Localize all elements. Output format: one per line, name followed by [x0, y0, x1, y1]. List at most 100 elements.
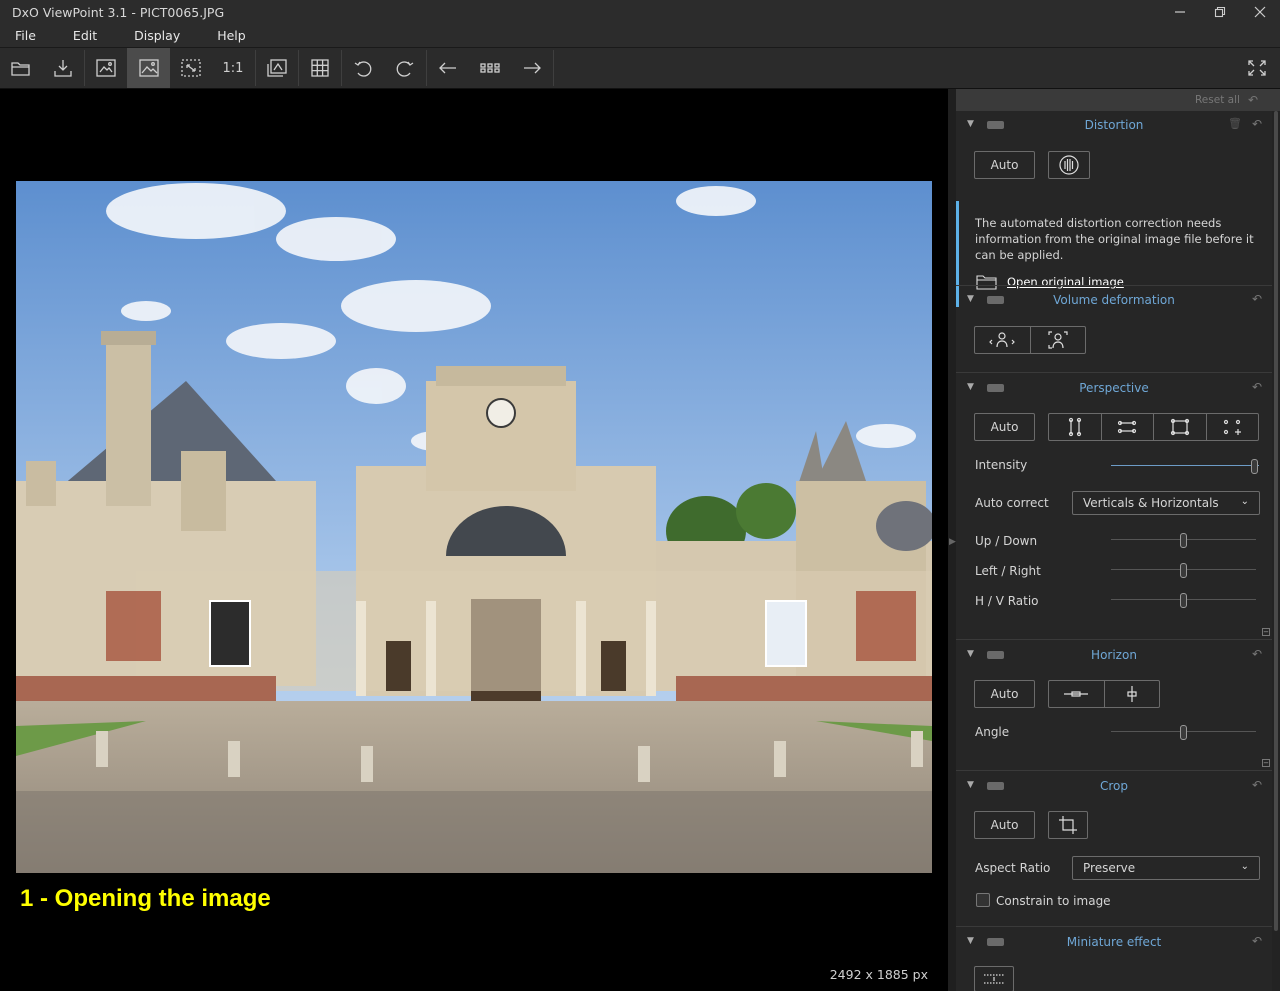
aspect-ratio-value: Preserve	[1083, 861, 1136, 875]
reset-section-icon[interactable]: ↶	[1252, 934, 1262, 948]
fullscreen-button[interactable]	[1236, 48, 1278, 88]
image-viewer[interactable]: 1 - Opening the image 2492 x 1885 px	[0, 89, 948, 991]
horizon-horizontal-button[interactable]	[1049, 681, 1105, 707]
rotate-left-icon	[354, 61, 372, 77]
distortion-header[interactable]: ▼ Distortion 🗑 ↶	[956, 111, 1272, 139]
rotate-left-button[interactable]	[342, 48, 384, 88]
open-folder-button[interactable]	[0, 48, 42, 88]
auto-correct-value: Verticals & Horizontals	[1083, 496, 1219, 510]
vertical-lines-icon	[1068, 417, 1081, 437]
fit-screen-button[interactable]	[170, 48, 212, 88]
miniature-header[interactable]: ▼ Miniature effect ↶	[956, 928, 1272, 956]
collapse-arrow-icon[interactable]: ▶	[949, 537, 956, 547]
reset-all-bar: Reset all ↶	[956, 89, 1280, 111]
photo-preview[interactable]	[16, 181, 932, 873]
next-image-button[interactable]	[511, 48, 553, 88]
grid-button[interactable]	[299, 48, 341, 88]
menu-edit[interactable]: Edit	[73, 28, 97, 43]
person-frame-icon	[1048, 331, 1068, 349]
miniature-tool-button[interactable]	[974, 966, 1014, 991]
perspective-title: Perspective	[1079, 381, 1149, 395]
auto-correct-select[interactable]: Verticals & Horizontals ⌄	[1072, 491, 1260, 515]
left-right-knob[interactable]	[1180, 563, 1187, 578]
intensity-label: Intensity	[975, 458, 1028, 472]
menu-help[interactable]: Help	[217, 28, 246, 43]
crop-auto-button[interactable]: Auto	[974, 811, 1035, 839]
previous-image-button[interactable]	[427, 48, 469, 88]
one-to-one-button[interactable]: 1:1	[212, 48, 254, 88]
compare-split-button[interactable]	[85, 48, 127, 88]
perspective-section: ▼ Perspective ↶ Auto Intensity Auto corr…	[956, 374, 1272, 639]
angle-slider[interactable]	[1111, 725, 1256, 740]
perspective-auto-button[interactable]: Auto	[974, 413, 1035, 441]
undo-icon[interactable]: ↶	[1248, 93, 1258, 107]
window-title: DxO ViewPoint 3.1 - PICT0065.JPG	[12, 4, 225, 20]
reset-section-icon[interactable]: ↶	[1252, 647, 1262, 661]
scrollbar-thumb[interactable]	[1274, 111, 1278, 931]
horizon-section: ▼ Horizon ↶ Auto Angle −	[956, 641, 1272, 769]
toolbar: 1:1	[0, 48, 1280, 89]
distortion-title: Distortion	[1084, 118, 1144, 132]
menu-display[interactable]: Display	[134, 28, 180, 43]
before-after-button[interactable]	[256, 48, 298, 88]
distortion-notice-text: The automated distortion correction need…	[975, 216, 1254, 262]
before-after-icon	[267, 59, 287, 77]
volume-cylindrical-button[interactable]	[975, 327, 1031, 353]
folder-icon	[11, 62, 30, 76]
perspective-rectangle-button[interactable]	[1154, 414, 1207, 440]
thumbnails-button[interactable]	[469, 48, 511, 88]
correction-panel: Reset all ↶ ▼ Distortion 🗑 ↶ Auto The au…	[956, 89, 1280, 991]
image-size-label: 2492 x 1885 px	[829, 967, 928, 982]
perspective-mode-segment	[1048, 413, 1259, 441]
intensity-slider[interactable]	[1111, 459, 1259, 474]
chevron-down-icon: ⌄	[1240, 861, 1249, 872]
volume-mode-segment	[974, 326, 1086, 354]
perspective-horizontal-button[interactable]	[1102, 414, 1154, 440]
collapse-advanced-icon[interactable]: −	[1262, 628, 1270, 636]
reset-section-icon[interactable]: ↶	[1252, 380, 1262, 394]
horizon-header[interactable]: ▼ Horizon ↶	[956, 641, 1272, 669]
perspective-header[interactable]: ▼ Perspective ↶	[956, 374, 1272, 402]
up-down-knob[interactable]	[1180, 533, 1187, 548]
reset-section-icon[interactable]: ↶	[1252, 778, 1262, 792]
distortion-section: ▼ Distortion 🗑 ↶ Auto The automated dist…	[956, 111, 1272, 309]
angle-knob[interactable]	[1180, 725, 1187, 740]
rectangle-icon	[1170, 418, 1189, 436]
collapse-advanced-icon[interactable]: −	[1262, 759, 1270, 767]
hv-ratio-slider[interactable]	[1111, 593, 1256, 608]
horizon-vertical-button[interactable]	[1105, 681, 1160, 707]
rotate-right-icon	[396, 61, 414, 77]
left-right-slider[interactable]	[1111, 563, 1256, 578]
rotate-right-button[interactable]	[384, 48, 426, 88]
panel-splitter[interactable]: ▶	[948, 89, 956, 991]
tilt-shift-icon	[984, 974, 1004, 984]
restore-button[interactable]	[1200, 0, 1240, 24]
trash-icon[interactable]: 🗑	[1228, 117, 1242, 130]
crop-tool-button[interactable]	[1048, 811, 1088, 839]
reset-all-button[interactable]: Reset all	[1195, 94, 1240, 106]
constrain-checkbox[interactable]	[976, 893, 990, 907]
reset-section-icon[interactable]: ↶	[1252, 117, 1262, 131]
hv-ratio-label: H / V Ratio	[975, 594, 1039, 608]
reset-section-icon[interactable]: ↶	[1252, 292, 1262, 306]
export-button[interactable]	[42, 48, 84, 88]
panel-scrollbar[interactable]	[1272, 111, 1280, 991]
minimize-button[interactable]	[1160, 0, 1200, 24]
distortion-lens-button[interactable]	[1048, 151, 1090, 179]
close-button[interactable]	[1240, 0, 1280, 24]
volume-header[interactable]: ▼ Volume deformation ↶	[956, 286, 1272, 314]
volume-spherical-button[interactable]	[1031, 327, 1086, 353]
crop-header[interactable]: ▼ Crop ↶	[956, 772, 1272, 800]
perspective-vertical-button[interactable]	[1049, 414, 1102, 440]
image-icon	[138, 59, 159, 77]
horizon-auto-button[interactable]: Auto	[974, 680, 1035, 708]
menu-file[interactable]: File	[15, 28, 36, 43]
up-down-slider[interactable]	[1111, 533, 1256, 548]
perspective-points-button[interactable]	[1207, 414, 1259, 440]
intensity-knob[interactable]	[1251, 459, 1258, 474]
distortion-auto-button[interactable]: Auto	[974, 151, 1035, 179]
hv-ratio-knob[interactable]	[1180, 593, 1187, 608]
constrain-label[interactable]: Constrain to image	[996, 894, 1111, 908]
single-image-button[interactable]	[127, 48, 170, 88]
aspect-ratio-select[interactable]: Preserve ⌄	[1072, 856, 1260, 880]
